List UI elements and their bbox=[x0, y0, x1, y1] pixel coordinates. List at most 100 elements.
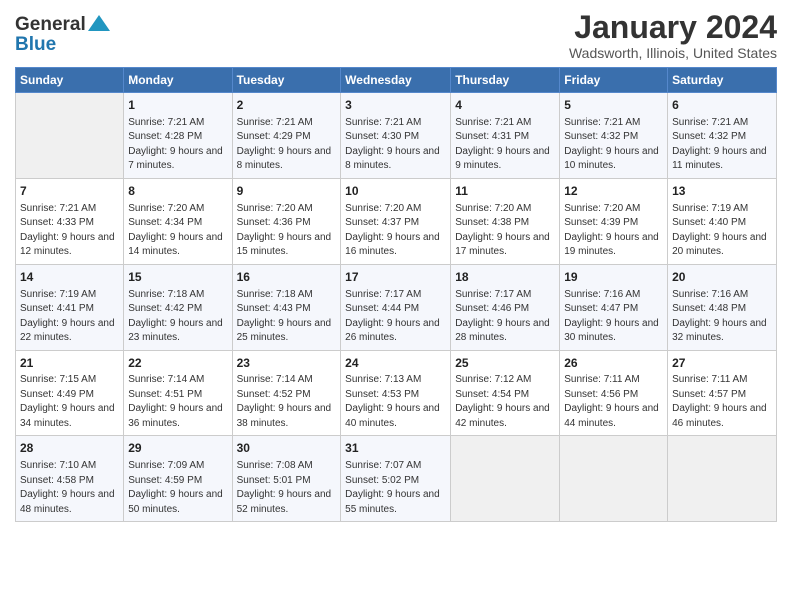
calendar-cell: 9 Sunrise: 7:20 AM Sunset: 4:36 PM Daylig… bbox=[232, 178, 341, 264]
cell-detail: Sunrise: 7:10 AM Sunset: 4:58 PM Dayligh… bbox=[20, 459, 119, 517]
day-number: 10 bbox=[345, 183, 446, 200]
calendar-cell bbox=[16, 93, 124, 179]
cell-detail: Sunrise: 7:08 AM Sunset: 5:01 PM Dayligh… bbox=[237, 459, 337, 517]
calendar-cell: 3 Sunrise: 7:21 AM Sunset: 4:30 PM Daylig… bbox=[341, 93, 451, 179]
cell-detail: Sunrise: 7:20 AM Sunset: 4:39 PM Dayligh… bbox=[564, 202, 663, 260]
cell-detail: Sunrise: 7:20 AM Sunset: 4:34 PM Dayligh… bbox=[128, 202, 227, 260]
day-number: 26 bbox=[564, 355, 663, 372]
calendar-cell: 28 Sunrise: 7:10 AM Sunset: 4:58 PM Dayli… bbox=[16, 436, 124, 522]
day-number: 28 bbox=[20, 440, 119, 457]
calendar-cell: 7Sunrise: 7:21 AM Sunset: 4:33 PM Daylig… bbox=[16, 178, 124, 264]
day-number: 31 bbox=[345, 440, 446, 457]
day-number: 2 bbox=[237, 97, 337, 114]
page-container: General Blue January 2024 Wadsworth, Ill… bbox=[0, 0, 792, 532]
calendar-cell: 5 Sunrise: 7:21 AM Sunset: 4:32 PM Daylig… bbox=[560, 93, 668, 179]
calendar-header-row: SundayMondayTuesdayWednesdayThursdayFrid… bbox=[16, 68, 777, 93]
calendar-cell: 4 Sunrise: 7:21 AM Sunset: 4:31 PM Daylig… bbox=[451, 93, 560, 179]
calendar-cell: 31Sunrise: 7:07 AM Sunset: 5:02 PM Dayli… bbox=[341, 436, 451, 522]
day-number: 29 bbox=[128, 440, 227, 457]
cell-detail: Sunrise: 7:12 AM Sunset: 4:54 PM Dayligh… bbox=[455, 373, 555, 431]
day-header-tuesday: Tuesday bbox=[232, 68, 341, 93]
day-number: 22 bbox=[128, 355, 227, 372]
calendar-week-5: 28 Sunrise: 7:10 AM Sunset: 4:58 PM Dayli… bbox=[16, 436, 777, 522]
calendar-cell: 30Sunrise: 7:08 AM Sunset: 5:01 PM Dayli… bbox=[232, 436, 341, 522]
calendar-cell: 11 Sunrise: 7:20 AM Sunset: 4:38 PM Dayli… bbox=[451, 178, 560, 264]
calendar-cell: 23Sunrise: 7:14 AM Sunset: 4:52 PM Dayli… bbox=[232, 350, 341, 436]
day-number: 18 bbox=[455, 269, 555, 286]
calendar-cell: 19Sunrise: 7:16 AM Sunset: 4:47 PM Dayli… bbox=[560, 264, 668, 350]
logo: General Blue bbox=[15, 14, 110, 56]
cell-detail: Sunrise: 7:14 AM Sunset: 4:51 PM Dayligh… bbox=[128, 373, 227, 431]
location-subtitle: Wadsworth, Illinois, United States bbox=[569, 45, 777, 61]
calendar-cell: 15 Sunrise: 7:18 AM Sunset: 4:42 PM Dayli… bbox=[124, 264, 232, 350]
logo-triangle-icon bbox=[88, 13, 110, 35]
calendar-cell bbox=[451, 436, 560, 522]
calendar-week-2: 7Sunrise: 7:21 AM Sunset: 4:33 PM Daylig… bbox=[16, 178, 777, 264]
calendar-cell: 25Sunrise: 7:12 AM Sunset: 4:54 PM Dayli… bbox=[451, 350, 560, 436]
day-header-saturday: Saturday bbox=[668, 68, 777, 93]
day-number: 6 bbox=[672, 97, 772, 114]
cell-detail: Sunrise: 7:20 AM Sunset: 4:38 PM Dayligh… bbox=[455, 202, 555, 260]
calendar-week-3: 14Sunrise: 7:19 AM Sunset: 4:41 PM Dayli… bbox=[16, 264, 777, 350]
day-number: 24 bbox=[345, 355, 446, 372]
cell-detail: Sunrise: 7:09 AM Sunset: 4:59 PM Dayligh… bbox=[128, 459, 227, 517]
calendar-cell: 2 Sunrise: 7:21 AM Sunset: 4:29 PM Daylig… bbox=[232, 93, 341, 179]
calendar-cell: 29 Sunrise: 7:09 AM Sunset: 4:59 PM Dayli… bbox=[124, 436, 232, 522]
title-block: January 2024 Wadsworth, Illinois, United… bbox=[569, 10, 777, 61]
calendar-cell: 21Sunrise: 7:15 AM Sunset: 4:49 PM Dayli… bbox=[16, 350, 124, 436]
calendar-cell: 17 Sunrise: 7:17 AM Sunset: 4:44 PM Dayli… bbox=[341, 264, 451, 350]
day-number: 17 bbox=[345, 269, 446, 286]
logo-general-text: General bbox=[15, 14, 86, 36]
day-number: 7 bbox=[20, 183, 119, 200]
day-header-thursday: Thursday bbox=[451, 68, 560, 93]
cell-detail: Sunrise: 7:21 AM Sunset: 4:29 PM Dayligh… bbox=[237, 116, 337, 174]
day-number: 5 bbox=[564, 97, 663, 114]
cell-detail: Sunrise: 7:11 AM Sunset: 4:56 PM Dayligh… bbox=[564, 373, 663, 431]
cell-detail: Sunrise: 7:21 AM Sunset: 4:30 PM Dayligh… bbox=[345, 116, 446, 174]
calendar-cell: 20 Sunrise: 7:16 AM Sunset: 4:48 PM Dayli… bbox=[668, 264, 777, 350]
calendar-cell: 12 Sunrise: 7:20 AM Sunset: 4:39 PM Dayli… bbox=[560, 178, 668, 264]
day-number: 3 bbox=[345, 97, 446, 114]
cell-detail: Sunrise: 7:21 AM Sunset: 4:28 PM Dayligh… bbox=[128, 116, 227, 174]
cell-detail: Sunrise: 7:13 AM Sunset: 4:53 PM Dayligh… bbox=[345, 373, 446, 431]
calendar-cell: 14Sunrise: 7:19 AM Sunset: 4:41 PM Dayli… bbox=[16, 264, 124, 350]
cell-detail: Sunrise: 7:16 AM Sunset: 4:47 PM Dayligh… bbox=[564, 288, 663, 346]
cell-detail: Sunrise: 7:19 AM Sunset: 4:41 PM Dayligh… bbox=[20, 288, 119, 346]
cell-detail: Sunrise: 7:18 AM Sunset: 4:43 PM Dayligh… bbox=[237, 288, 337, 346]
calendar-table: SundayMondayTuesdayWednesdayThursdayFrid… bbox=[15, 67, 777, 522]
day-number: 11 bbox=[455, 183, 555, 200]
cell-detail: Sunrise: 7:20 AM Sunset: 4:37 PM Dayligh… bbox=[345, 202, 446, 260]
cell-detail: Sunrise: 7:16 AM Sunset: 4:48 PM Dayligh… bbox=[672, 288, 772, 346]
calendar-cell: 8 Sunrise: 7:20 AM Sunset: 4:34 PM Daylig… bbox=[124, 178, 232, 264]
cell-detail: Sunrise: 7:18 AM Sunset: 4:42 PM Dayligh… bbox=[128, 288, 227, 346]
day-number: 12 bbox=[564, 183, 663, 200]
calendar-cell: 6 Sunrise: 7:21 AM Sunset: 4:32 PM Daylig… bbox=[668, 93, 777, 179]
day-number: 27 bbox=[672, 355, 772, 372]
day-number: 13 bbox=[672, 183, 772, 200]
day-number: 1 bbox=[128, 97, 227, 114]
calendar-week-1: 1 Sunrise: 7:21 AM Sunset: 4:28 PM Daylig… bbox=[16, 93, 777, 179]
day-number: 8 bbox=[128, 183, 227, 200]
calendar-cell: 27Sunrise: 7:11 AM Sunset: 4:57 PM Dayli… bbox=[668, 350, 777, 436]
calendar-cell: 24Sunrise: 7:13 AM Sunset: 4:53 PM Dayli… bbox=[341, 350, 451, 436]
day-number: 4 bbox=[455, 97, 555, 114]
day-number: 20 bbox=[672, 269, 772, 286]
day-number: 15 bbox=[128, 269, 227, 286]
calendar-cell: 18Sunrise: 7:17 AM Sunset: 4:46 PM Dayli… bbox=[451, 264, 560, 350]
day-number: 9 bbox=[237, 183, 337, 200]
calendar-cell: 16 Sunrise: 7:18 AM Sunset: 4:43 PM Dayli… bbox=[232, 264, 341, 350]
cell-detail: Sunrise: 7:19 AM Sunset: 4:40 PM Dayligh… bbox=[672, 202, 772, 260]
calendar-cell: 22Sunrise: 7:14 AM Sunset: 4:51 PM Dayli… bbox=[124, 350, 232, 436]
cell-detail: Sunrise: 7:21 AM Sunset: 4:31 PM Dayligh… bbox=[455, 116, 555, 174]
day-number: 25 bbox=[455, 355, 555, 372]
cell-detail: Sunrise: 7:21 AM Sunset: 4:32 PM Dayligh… bbox=[672, 116, 772, 174]
logo-blue-text: Blue bbox=[15, 34, 56, 56]
calendar-cell: 10 Sunrise: 7:20 AM Sunset: 4:37 PM Dayli… bbox=[341, 178, 451, 264]
calendar-week-4: 21Sunrise: 7:15 AM Sunset: 4:49 PM Dayli… bbox=[16, 350, 777, 436]
cell-detail: Sunrise: 7:21 AM Sunset: 4:32 PM Dayligh… bbox=[564, 116, 663, 174]
cell-detail: Sunrise: 7:20 AM Sunset: 4:36 PM Dayligh… bbox=[237, 202, 337, 260]
cell-detail: Sunrise: 7:17 AM Sunset: 4:44 PM Dayligh… bbox=[345, 288, 446, 346]
cell-detail: Sunrise: 7:14 AM Sunset: 4:52 PM Dayligh… bbox=[237, 373, 337, 431]
day-number: 16 bbox=[237, 269, 337, 286]
header: General Blue January 2024 Wadsworth, Ill… bbox=[15, 10, 777, 61]
